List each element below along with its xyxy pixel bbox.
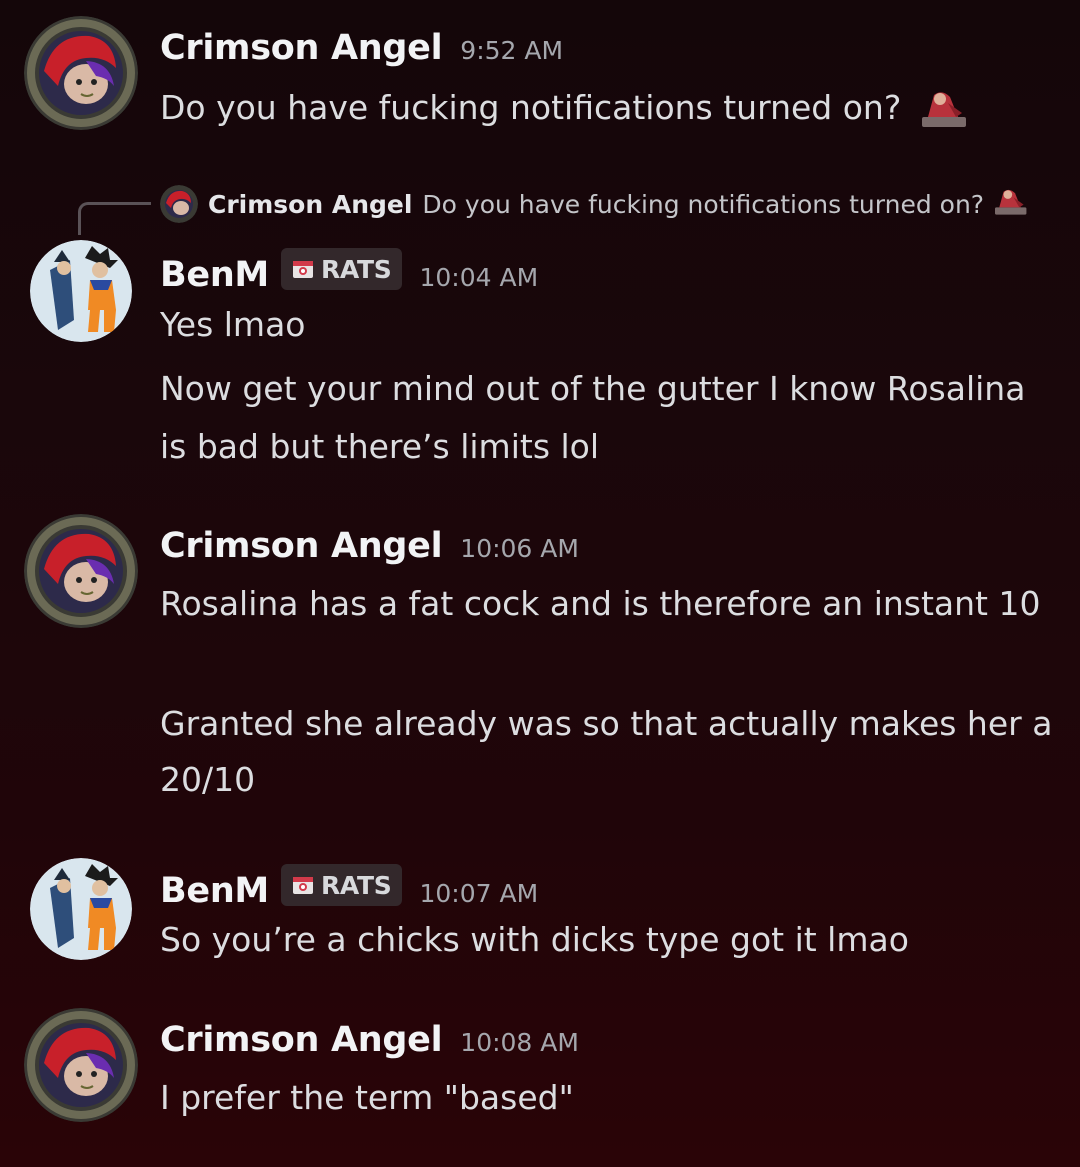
reply-preview[interactable]: Crimson Angel Do you have fucking notifi… xyxy=(160,180,1028,228)
figure-sticker-icon xyxy=(992,186,1028,222)
timestamp: 10:07 AM xyxy=(419,879,539,908)
message-line: Granted she already was so that actually… xyxy=(160,704,1053,799)
role-tag-label: RATS xyxy=(320,870,392,900)
avatar-benm[interactable] xyxy=(30,858,132,960)
reply-connector xyxy=(78,202,151,235)
message-text: Rosalina has a fat cock and is therefore… xyxy=(160,576,1060,632)
message-text: Granted she already was so that actually… xyxy=(160,696,1060,808)
reply-author[interactable]: Crimson Angel xyxy=(208,190,412,219)
author-name-text[interactable]: BenM xyxy=(160,255,269,295)
avatar-benm[interactable] xyxy=(30,240,132,342)
avatar-crimson-angel[interactable] xyxy=(24,514,138,628)
author-name-text[interactable]: BenM xyxy=(160,871,269,911)
message-line: Now get your mind out of the gutter I kn… xyxy=(160,369,1026,466)
reply-avatar xyxy=(160,185,198,223)
timestamp: 10:08 AM xyxy=(460,1028,579,1057)
author-name[interactable]: Crimson Angel 10:06 AM xyxy=(160,526,579,566)
author-name-text[interactable]: Crimson Angel xyxy=(160,526,443,566)
author-name-text[interactable]: Crimson Angel xyxy=(160,1020,443,1060)
message-text: Yes lmao xyxy=(160,297,1060,353)
message-text: I prefer the term "based" xyxy=(160,1070,1060,1126)
rats-badge-icon xyxy=(291,257,315,281)
author-name[interactable]: BenM RATS 10:07 AM xyxy=(160,864,538,911)
avatar-crimson-angel[interactable] xyxy=(24,1008,138,1122)
figure-sticker-icon xyxy=(918,87,968,146)
role-tag[interactable]: RATS xyxy=(280,864,402,906)
message-text: Do you have fucking notifications turned… xyxy=(160,80,1060,146)
timestamp: 9:52 AM xyxy=(460,36,564,65)
rats-badge-icon xyxy=(291,873,315,897)
avatar-crimson-angel[interactable] xyxy=(24,16,138,130)
timestamp: 10:04 AM xyxy=(419,263,539,292)
author-name[interactable]: Crimson Angel 10:08 AM xyxy=(160,1020,579,1060)
message-line: So you’re a chicks with dicks type got i… xyxy=(160,920,909,959)
message-line: I prefer the term "based" xyxy=(160,1078,574,1117)
message-text: So you’re a chicks with dicks type got i… xyxy=(160,912,1060,968)
author-name[interactable]: BenM RATS 10:04 AM xyxy=(160,248,538,295)
author-name[interactable]: Crimson Angel 9:52 AM xyxy=(160,28,563,68)
reply-text: Do you have fucking notifications turned… xyxy=(422,189,985,219)
timestamp: 10:06 AM xyxy=(460,534,579,563)
message-line: Yes lmao xyxy=(160,305,306,344)
author-name-text[interactable]: Crimson Angel xyxy=(160,28,443,68)
message-line: Rosalina has a fat cock and is therefore… xyxy=(160,584,1041,623)
message-text: Now get your mind out of the gutter I kn… xyxy=(160,360,1060,476)
role-tag[interactable]: RATS xyxy=(280,248,402,290)
message-line: Do you have fucking notifications turned… xyxy=(160,88,902,127)
role-tag-label: RATS xyxy=(320,254,392,284)
